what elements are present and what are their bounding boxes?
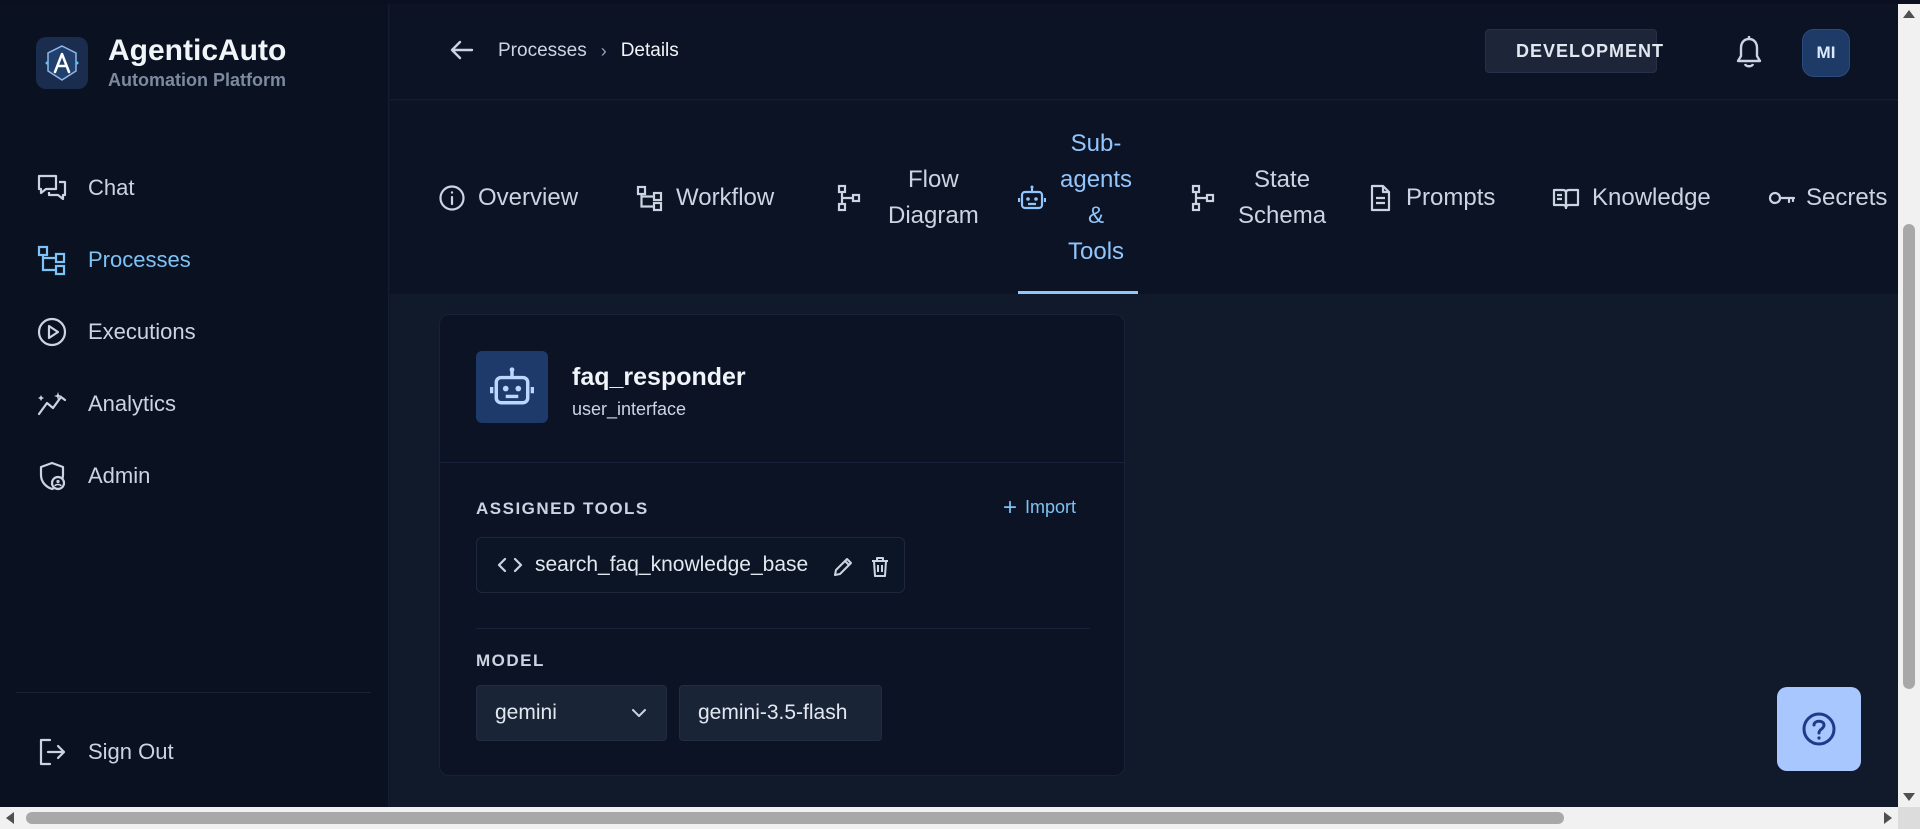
bell-icon[interactable] [1733, 35, 1765, 69]
play-circle-icon [37, 317, 67, 347]
breadcrumb-current: Details [620, 40, 679, 61]
environment-badge[interactable]: DEVELOPMENT [1485, 29, 1663, 73]
tab-label: Flow Diagram [888, 165, 979, 229]
chevron-down-icon [632, 709, 646, 717]
sidebar-item-label: Processes [88, 247, 191, 272]
sign-out-label: Sign Out [88, 739, 174, 764]
vertical-scroll-thumb[interactable] [1903, 224, 1915, 689]
agent-name: faq_responder [572, 363, 746, 391]
back-arrow-icon[interactable] [448, 36, 476, 64]
tab-overview[interactable]: Overview [438, 101, 578, 294]
info-icon [439, 184, 465, 211]
subagent-card-header: faq_responder user_interface [440, 315, 1126, 463]
sidebar-item-label: Chat [88, 175, 135, 200]
detail-tabs: Overview Workflow Flow Diagram Sub- agen… [390, 101, 1898, 294]
breadcrumb: Processes › Details [498, 40, 679, 62]
analytics-icon [37, 392, 67, 416]
trash-icon[interactable] [869, 556, 891, 578]
scrollbar-corner [1898, 807, 1920, 829]
sidebar-item-processes[interactable]: Processes [36, 224, 196, 296]
breadcrumb-processes[interactable]: Processes [498, 40, 587, 62]
user-avatar[interactable]: MI [1802, 29, 1850, 77]
shield-user-icon [39, 461, 66, 491]
model-provider-value: gemini [495, 701, 557, 724]
tab-label: Knowledge [1592, 183, 1711, 211]
vertical-scrollbar[interactable] [1898, 4, 1920, 807]
agent-robot-icon [476, 351, 548, 423]
tab-flow-diagram[interactable]: Flow Diagram [836, 101, 979, 294]
book-icon [1552, 188, 1580, 209]
sidebar-item-label: Admin [88, 463, 151, 488]
sign-out-button[interactable]: Sign Out [36, 736, 174, 768]
plus-icon: + [1003, 493, 1018, 521]
sidebar-item-admin[interactable]: Admin [36, 440, 196, 512]
brand[interactable]: AgenticAuto Automation Platform [36, 34, 286, 91]
tab-secrets[interactable]: Secrets [1768, 101, 1887, 294]
workflow-icon [636, 185, 663, 211]
tab-state-schema[interactable]: State Schema [1190, 101, 1326, 294]
brand-logo-icon [36, 36, 88, 89]
agent-type: user_interface [572, 399, 687, 419]
tab-label: Prompts [1406, 183, 1496, 211]
scroll-up-arrow-icon[interactable] [1903, 10, 1915, 18]
sidebar-item-label: Analytics [88, 391, 177, 416]
environment-label: DEVELOPMENT [1516, 40, 1665, 61]
tool-name: search_faq_knowledge_base [535, 553, 809, 576]
tab-label: Overview [478, 183, 579, 211]
horizontal-scroll-thumb[interactable] [26, 812, 1564, 824]
top-header: Processes › Details DEVELOPMENT MI [390, 4, 1898, 100]
breadcrumb-separator: › [600, 40, 607, 61]
sign-out-icon [39, 738, 66, 766]
tab-label: Sub- agents & Tools [1060, 129, 1133, 265]
tab-label: Secrets [1806, 183, 1888, 211]
subagent-card: faq_responder user_interface ASSIGNED TO… [439, 314, 1126, 776]
model-name-input[interactable] [679, 685, 882, 741]
sidebar-item-chat[interactable]: Chat [36, 152, 196, 224]
chat-icon [37, 174, 67, 201]
sidebar-item-analytics[interactable]: Analytics [36, 368, 196, 440]
tab-label: State Schema [1238, 165, 1327, 229]
key-icon [1768, 191, 1796, 204]
document-icon [1370, 184, 1391, 211]
sidebar: AgenticAuto Automation Platform Chat Pro… [0, 4, 389, 807]
schema-icon [1191, 184, 1215, 211]
import-label: Import [1025, 497, 1077, 517]
sidebar-nav: Chat Processes Executions Analytics Admi… [36, 152, 196, 512]
pencil-icon[interactable] [832, 556, 854, 578]
tab-workflow[interactable]: Workflow [636, 101, 774, 294]
model-label: MODEL [476, 651, 545, 670]
robot-icon [1018, 185, 1046, 209]
help-button[interactable] [1777, 687, 1861, 771]
main-content: faq_responder user_interface ASSIGNED TO… [390, 294, 1898, 807]
scroll-right-arrow-icon[interactable] [1884, 812, 1892, 824]
assigned-tools-label: ASSIGNED TOOLS [476, 499, 649, 518]
brand-name: AgenticAuto [108, 34, 287, 67]
sidebar-item-label: Executions [88, 319, 196, 344]
tab-label: Workflow [676, 183, 775, 211]
card-divider [476, 628, 1090, 629]
model-provider-select[interactable]: gemini [476, 685, 667, 741]
scroll-left-arrow-icon[interactable] [6, 812, 14, 824]
tool-chip[interactable]: search_faq_knowledge_base [476, 537, 905, 593]
tab-prompts[interactable]: Prompts [1366, 101, 1495, 294]
processes-icon [37, 245, 66, 276]
sidebar-item-executions[interactable]: Executions [36, 296, 196, 368]
brand-subtitle: Automation Platform [108, 70, 286, 90]
sidebar-divider [16, 692, 371, 693]
tab-knowledge[interactable]: Knowledge [1552, 101, 1711, 294]
help-icon [1802, 712, 1836, 746]
horizontal-scrollbar[interactable] [0, 807, 1898, 829]
import-tool-button[interactable]: + Import [1003, 493, 1077, 521]
tab-subagents-tools[interactable]: Sub- agents & Tools [1018, 101, 1132, 294]
flow-diagram-icon [837, 184, 861, 211]
code-icon [497, 557, 523, 573]
scroll-down-arrow-icon[interactable] [1903, 793, 1915, 801]
